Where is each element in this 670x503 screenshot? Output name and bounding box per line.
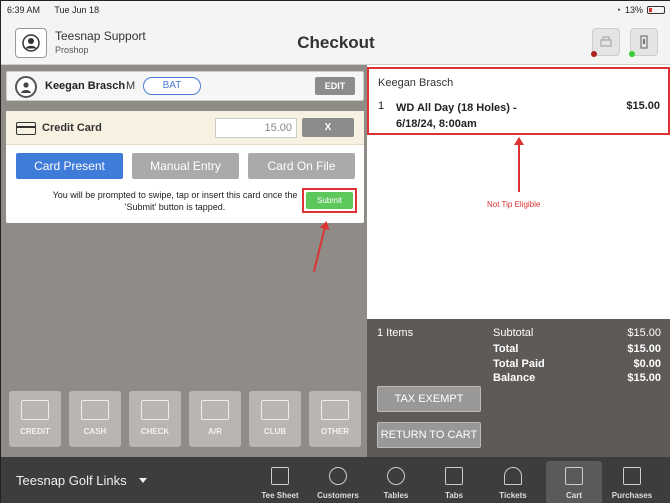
- payment-other-button[interactable]: OTHER: [309, 391, 361, 447]
- amount-input[interactable]: 15.00: [215, 118, 297, 138]
- submit-highlight: Submit: [302, 188, 357, 213]
- course-selector[interactable]: Teesnap Golf Links: [16, 473, 127, 488]
- nav-tables[interactable]: Tables: [368, 461, 424, 503]
- tables-icon: [387, 467, 405, 485]
- customer-bar: Keegan Brasch M BAT EDIT: [6, 71, 364, 101]
- nav-tee-sheet[interactable]: Tee Sheet: [252, 461, 308, 503]
- annotation-arrow: [518, 138, 520, 192]
- order-item[interactable]: WD All Day (18 Holes) - 6/18/24, 8:00am: [396, 100, 556, 132]
- remove-payment-button[interactable]: X: [302, 118, 354, 137]
- payment-method-strip: CREDIT CASH CHECK A/R CLUB OTHER: [6, 387, 364, 447]
- reader-status-dot: [629, 51, 635, 57]
- payment-cash-button[interactable]: CASH: [69, 391, 121, 447]
- club-icon: [261, 400, 289, 420]
- customer-name: Keegan Brasch: [45, 80, 126, 92]
- credit-card-icon: [21, 400, 49, 420]
- user-name: Teesnap Support: [55, 29, 146, 43]
- check-icon: [141, 400, 169, 420]
- chevron-down-icon[interactable]: [139, 478, 147, 483]
- payment-club-button[interactable]: CLUB: [249, 391, 301, 447]
- items-count: 1 Items: [377, 327, 414, 339]
- manual-entry-button[interactable]: Manual Entry: [132, 153, 239, 179]
- printer-icon: [600, 36, 612, 47]
- tickets-icon: [504, 467, 522, 485]
- calendar-icon: [271, 467, 289, 485]
- order-line-highlight: Keegan Brasch 1 WD All Day (18 Holes) - …: [367, 67, 670, 135]
- nav-purchases[interactable]: Purchases: [604, 461, 660, 503]
- edit-customer-button[interactable]: EDIT: [315, 77, 355, 95]
- cash-icon: [81, 400, 109, 420]
- printer-status-dot: [591, 51, 597, 57]
- header: Teesnap Support Proshop Checkout: [1, 19, 670, 65]
- customer-gender: M: [126, 80, 136, 92]
- status-date: Tue Jun 18: [54, 5, 100, 15]
- credit-card-panel: Credit Card 15.00 X Card Present Manual …: [6, 111, 364, 223]
- customers-icon: [329, 467, 347, 485]
- user-role: Proshop: [55, 45, 89, 55]
- other-payment-icon: [321, 400, 349, 420]
- totals-panel: 1 Items Subtotal $15.00 Total $15.00 Tot…: [367, 319, 670, 457]
- user-profile-button[interactable]: [15, 28, 47, 58]
- payment-panel: Keegan Brasch M BAT EDIT Credit Card 15.…: [1, 65, 367, 457]
- annotation-note: Not Tip Eligible: [487, 200, 541, 209]
- return-to-cart-button[interactable]: RETURN TO CART: [377, 422, 481, 448]
- submit-button[interactable]: Submit: [306, 192, 353, 209]
- battery-icon: [647, 6, 665, 14]
- credit-card-header: Credit Card 15.00 X: [6, 111, 364, 145]
- payment-ar-button[interactable]: A/R: [189, 391, 241, 447]
- bottom-nav: Teesnap Golf Links Tee Sheet Customers T…: [1, 457, 670, 503]
- nav-cart[interactable]: Cart: [546, 461, 602, 503]
- nav-tabs[interactable]: Tabs: [426, 461, 482, 503]
- payment-check-button[interactable]: CHECK: [129, 391, 181, 447]
- status-bar: 6:39 AM Tue Jun 18 ◔ 13%: [1, 1, 670, 19]
- credit-card-title: Credit Card: [42, 122, 102, 134]
- card-present-button[interactable]: Card Present: [16, 153, 123, 179]
- tax-exempt-button[interactable]: TAX EXEMPT: [377, 386, 481, 412]
- annotation-arrow: [312, 222, 327, 272]
- card-instructions: You will be prompted to swipe, tap or in…: [52, 190, 298, 212]
- order-price: $15.00: [626, 100, 660, 112]
- order-customer: Keegan Brasch: [378, 77, 454, 89]
- payment-credit-button[interactable]: CREDIT: [9, 391, 61, 447]
- nav-tickets[interactable]: Tickets: [485, 461, 541, 503]
- card-on-file-button[interactable]: Card On File: [248, 153, 355, 179]
- ar-icon: [201, 400, 229, 420]
- credit-card-icon: [16, 122, 36, 135]
- user-icon: [22, 34, 40, 52]
- card-reader-icon: [640, 35, 648, 49]
- card-reader-button[interactable]: [629, 28, 658, 57]
- wifi-icon: ◔: [615, 5, 621, 15]
- nav-customers[interactable]: Customers: [310, 461, 366, 503]
- status-battery: 13%: [624, 5, 643, 15]
- order-panel: Keegan Brasch 1 WD All Day (18 Holes) - …: [367, 65, 670, 457]
- customer-tag[interactable]: BAT: [143, 77, 201, 95]
- avatar: [15, 76, 37, 98]
- order-qty: 1: [378, 100, 385, 112]
- tabs-icon: [445, 467, 463, 485]
- cart-icon: [565, 467, 583, 485]
- status-time: 6:39 AM: [7, 5, 41, 15]
- app-window: 6:39 AM Tue Jun 18 ◔ 13% Teesnap Support…: [0, 0, 670, 503]
- register-icon: [623, 467, 641, 485]
- customer-icon: [21, 82, 31, 93]
- printer-button[interactable]: [591, 28, 620, 57]
